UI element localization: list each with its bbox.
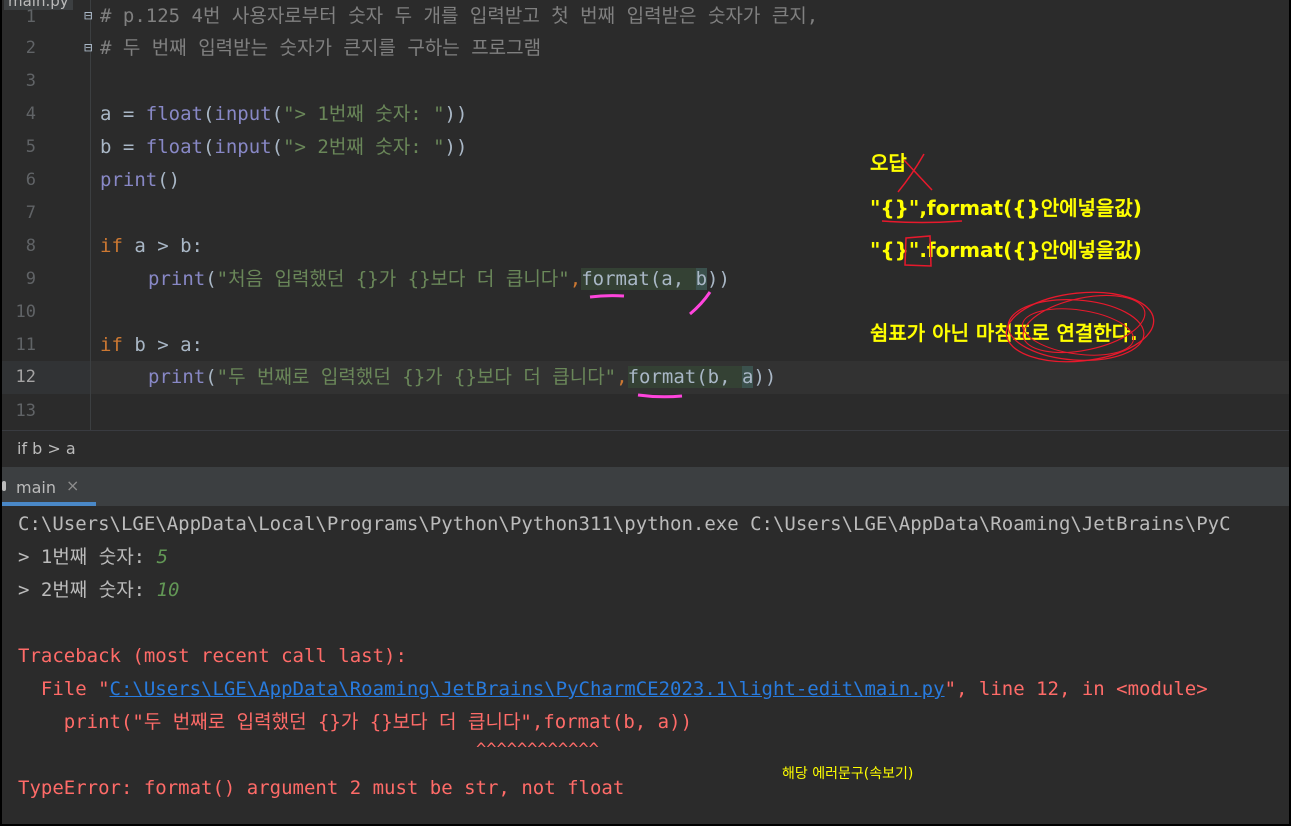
run-tab-main[interactable]: main × (2, 467, 96, 506)
underline-mark (589, 294, 625, 299)
console-user-input: 10 (156, 579, 180, 601)
traceback-file-link[interactable]: C:\Users\LGE\AppData\Roaming\JetBrains\P… (110, 678, 945, 700)
run-console[interactable]: C:\Users\LGE\AppData\Local\Programs\Pyth… (2, 506, 1289, 824)
traceback-file-prefix: File " (18, 678, 110, 700)
error-message: TypeError: format() argument 2 must be s… (18, 777, 625, 799)
underline-mark (637, 393, 683, 399)
breadcrumb-item[interactable]: if b > a (17, 439, 76, 458)
pycharm-window: main.py 1 2 3 4 5 6 7 8 9 10 11 12 13 ⊟ … (2, 0, 1289, 824)
box-mark (904, 235, 932, 267)
cross-mark (897, 153, 925, 193)
console-prompt: > 1번째 숫자: (18, 546, 157, 568)
underline-mark (881, 220, 963, 224)
annotation-note: 해당 에러문구(속보기) (782, 766, 914, 782)
traceback-header: Traceback (most recent call last): (18, 645, 407, 667)
traceback-file-line: File "C:\Users\LGE\AppData\Roaming\JetBr… (18, 673, 1208, 706)
code-editor[interactable]: main.py 1 2 3 4 5 6 7 8 9 10 11 12 13 ⊟ … (2, 0, 1289, 430)
console-command-line: C:\Users\LGE\AppData\Local\Programs\Pyth… (18, 513, 1231, 535)
traceback-carets: ^^^^^^^^^^^^ (476, 740, 599, 760)
console-prompt-line: > 1번째 숫자: 5 (18, 541, 168, 574)
annotation-marks (589, 153, 1155, 399)
run-tool-window-header: main × (2, 466, 1289, 506)
underline-mark (689, 291, 712, 316)
console-user-input: 5 (156, 546, 169, 568)
breadcrumb: if b > a (2, 430, 1289, 466)
console-prompt: > 2번째 숫자: (18, 579, 157, 601)
traceback-file-suffix: ", line 12, in <module> (944, 678, 1208, 700)
run-tab-label: main (16, 478, 56, 497)
console-prompt-line: > 2번째 숫자: 10 (18, 574, 179, 607)
close-icon[interactable]: × (66, 476, 79, 495)
